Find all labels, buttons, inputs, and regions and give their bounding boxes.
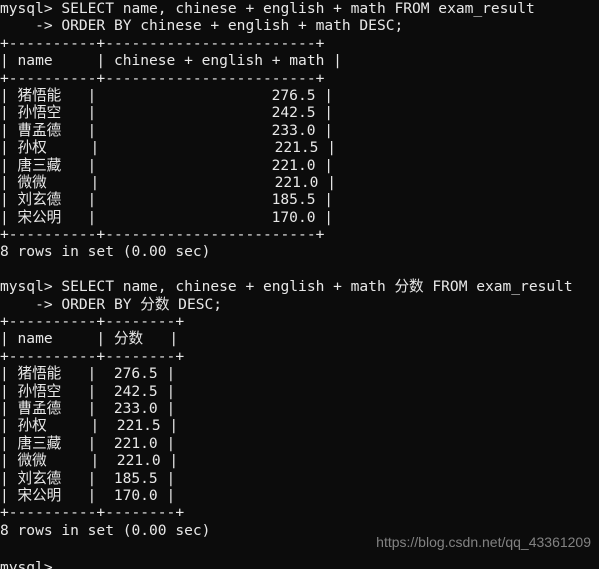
table-row: | 宋公明 | 170.0 |	[0, 208, 334, 226]
table-row: | 曹孟德 | 233.0 |	[0, 121, 334, 139]
mysql-terminal-window[interactable]: mysql> SELECT name, chinese + english + …	[0, 0, 599, 569]
table-row: | 孙权 | 221.5 |	[0, 139, 336, 157]
table-border: +----------+------------------------+	[0, 34, 325, 52]
table-border: +----------+------------------------+	[0, 226, 325, 244]
table-row: | 宋公明 | 170.0 |	[0, 486, 176, 504]
table-row: | 微微 | 221.0 |	[0, 173, 336, 191]
table-border: +----------+--------+	[0, 313, 185, 331]
terminal-line: -> ORDER BY chinese + english + math DES…	[0, 17, 404, 35]
table-row: | 唐三藏 | 221.0 |	[0, 434, 176, 452]
table-row: | 猪悟能 | 276.5 |	[0, 86, 334, 104]
terminal-output: mysql> SELECT name, chinese + english + …	[0, 0, 599, 569]
terminal-line: mysql> SELECT name, chinese + english + …	[0, 0, 535, 17]
table-border: +----------+--------+	[0, 504, 185, 522]
table-header-row: | name | 分数 |	[0, 330, 179, 348]
table-border: +----------+------------------------+	[0, 69, 325, 87]
terminal-line: mysql> SELECT name, chinese + english + …	[0, 278, 573, 296]
table-row: | 猪悟能 | 276.5 |	[0, 365, 176, 383]
table-row: | 曹孟德 | 233.0 |	[0, 399, 176, 417]
table-row: | 孙悟空 | 242.5 |	[0, 382, 176, 400]
watermark-url: https://blog.csdn.net/qq_43361209	[376, 534, 591, 550]
table-header-row: | name | chinese + english + math |	[0, 52, 342, 70]
table-row: | 刘玄德 | 185.5 |	[0, 191, 334, 209]
command-prompt[interactable]: mysql>	[0, 559, 53, 569]
table-row: | 孙悟空 | 242.5 |	[0, 104, 334, 122]
table-row: | 微微 | 221.0 |	[0, 452, 179, 470]
terminal-line: -> ORDER BY 分数 DESC;	[0, 295, 223, 313]
status-line: 8 rows in set (0.00 sec)	[0, 243, 211, 261]
table-row: | 孙权 | 221.5 |	[0, 417, 179, 435]
table-border: +----------+--------+	[0, 347, 185, 365]
table-row: | 唐三藏 | 221.0 |	[0, 156, 334, 174]
table-row: | 刘玄德 | 185.5 |	[0, 469, 176, 487]
